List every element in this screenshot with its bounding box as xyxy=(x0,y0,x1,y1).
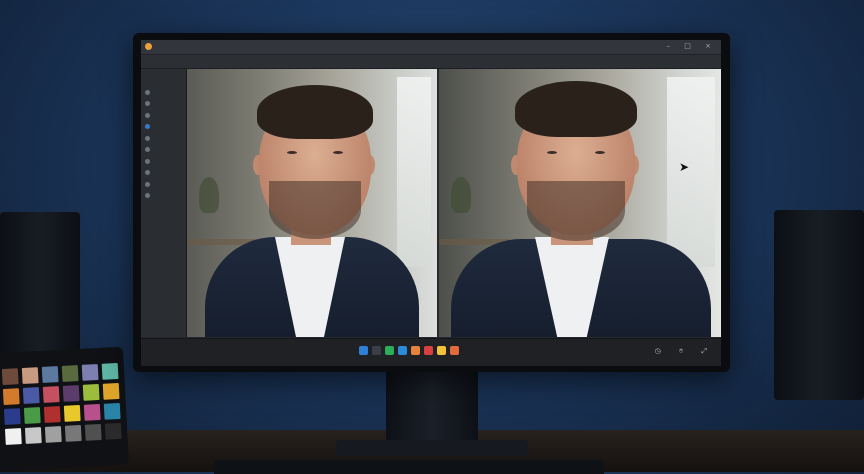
sidebar-item-icon xyxy=(145,181,150,187)
color-patch xyxy=(42,386,60,403)
sidebar-item-icon xyxy=(145,135,150,141)
speaker-right xyxy=(774,210,864,400)
color-patch xyxy=(61,365,79,382)
color-patch xyxy=(23,407,41,424)
files-icon[interactable] xyxy=(372,346,381,355)
toolbar xyxy=(141,55,721,69)
sidebar-item[interactable] xyxy=(145,191,183,201)
sidebar-item[interactable] xyxy=(145,145,183,155)
sidebar-item-icon xyxy=(145,147,150,152)
color-patch xyxy=(43,406,61,423)
status-right-icons[interactable]: ◷ ⌾ ⤢ xyxy=(655,347,715,356)
title-bar: – □ × xyxy=(141,40,721,55)
color-patch xyxy=(83,403,101,421)
sidebar-item-icon xyxy=(145,193,150,198)
mouse-cursor-icon: ➤ xyxy=(679,160,690,174)
sidebar-item[interactable] xyxy=(145,156,183,166)
sidebar-item-icon xyxy=(145,101,150,106)
color-patch xyxy=(2,388,20,405)
sidebar-item[interactable] xyxy=(145,179,183,189)
chat-icon[interactable] xyxy=(385,346,394,355)
color-patch xyxy=(24,427,42,444)
sidebar-item-icon xyxy=(145,124,150,129)
store-icon[interactable] xyxy=(398,346,407,355)
color-patch xyxy=(4,428,22,445)
monitor-stand-base xyxy=(336,440,528,456)
monitor: – □ × ➤ ◷ ⌾ ⤢ xyxy=(133,33,730,372)
sidebar-item[interactable] xyxy=(145,99,183,109)
color-patch xyxy=(62,385,80,402)
taskbar-dock xyxy=(359,346,459,355)
status-bar: ◷ ⌾ ⤢ xyxy=(141,338,721,366)
before-image-panel[interactable] xyxy=(187,69,437,337)
color-patch xyxy=(63,405,81,422)
sidebar-item-icon xyxy=(145,170,150,175)
screen: – □ × ➤ ◷ ⌾ ⤢ xyxy=(141,40,721,366)
color-checker-card xyxy=(0,346,129,472)
color-checker-grid xyxy=(1,362,122,445)
color-patch xyxy=(103,402,121,420)
portrait-retouched xyxy=(439,69,721,337)
sidebar-item-icon xyxy=(145,112,150,118)
color-patch xyxy=(101,362,119,380)
sidebar-item[interactable] xyxy=(145,110,183,120)
color-patch xyxy=(22,387,40,404)
after-image-panel[interactable] xyxy=(439,69,721,337)
app-logo-icon xyxy=(145,43,152,50)
color-patch xyxy=(81,364,99,381)
color-patch xyxy=(44,426,62,443)
color-patch xyxy=(64,424,82,442)
color-patch xyxy=(102,382,120,400)
sidebar-item[interactable] xyxy=(145,133,183,143)
notes-icon[interactable] xyxy=(437,346,446,355)
color-patch xyxy=(82,383,100,401)
color-patch xyxy=(21,367,39,384)
sidebar-item[interactable] xyxy=(145,168,183,178)
sidebar-item-icon xyxy=(145,89,150,95)
window-controls[interactable]: – □ × xyxy=(667,42,717,50)
browser-icon[interactable] xyxy=(359,346,368,355)
color-patch xyxy=(3,408,21,425)
color-patch xyxy=(104,422,122,440)
monitor-stand xyxy=(386,370,478,442)
portrait-original xyxy=(187,69,437,337)
color-patch xyxy=(84,423,102,441)
color-patch xyxy=(1,368,19,386)
sidebar-item-icon xyxy=(145,158,150,164)
sidebar xyxy=(141,69,187,337)
photos-icon[interactable] xyxy=(411,346,420,355)
sidebar-item[interactable] xyxy=(145,122,183,132)
sidebar-item[interactable] xyxy=(145,87,183,97)
calendar-icon[interactable] xyxy=(424,346,433,355)
paint-icon[interactable] xyxy=(450,346,459,355)
color-patch xyxy=(41,366,59,383)
